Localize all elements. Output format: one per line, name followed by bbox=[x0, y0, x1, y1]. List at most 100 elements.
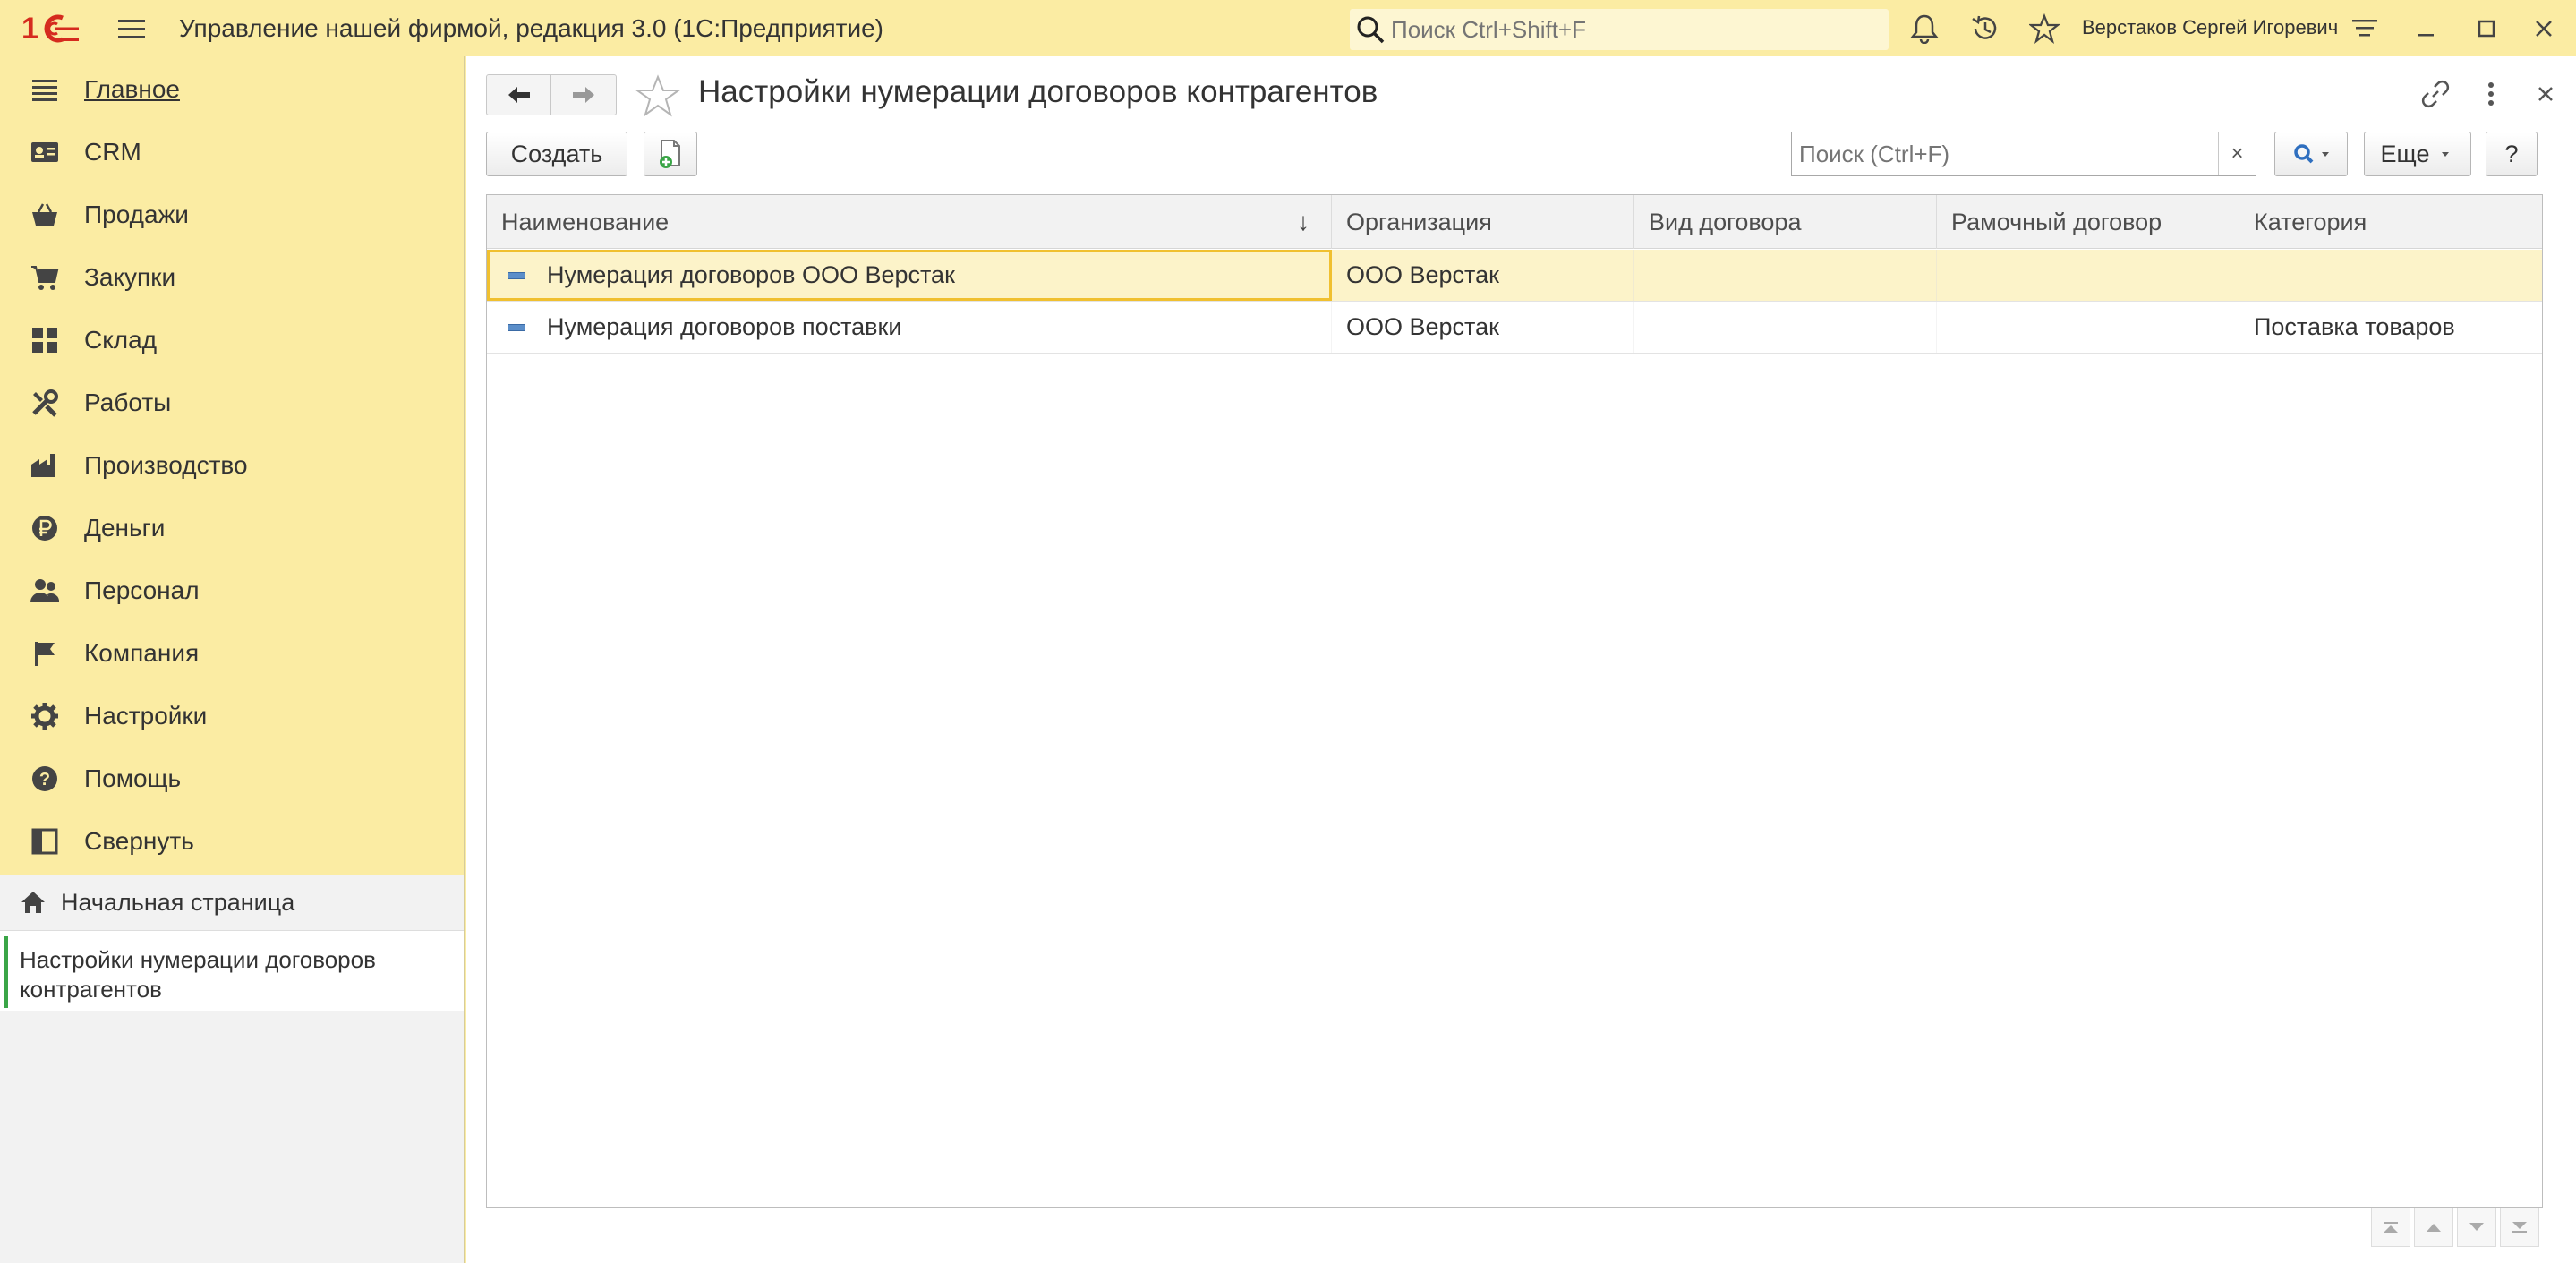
copy-button[interactable] bbox=[644, 132, 697, 176]
history-nav bbox=[486, 74, 638, 115]
sort-down-icon: ↓ bbox=[1297, 208, 1309, 235]
cell-category[interactable]: Поставка товаров bbox=[2239, 302, 2542, 353]
sidebar-item-label: Деньги bbox=[84, 514, 166, 542]
favorites-star-icon[interactable] bbox=[2028, 13, 2060, 45]
open-window-label: Настройки нумерации договоров контрагент… bbox=[20, 946, 376, 1003]
sidebar-item-crm[interactable]: CRM bbox=[0, 121, 464, 183]
search-clear-button[interactable]: × bbox=[2218, 132, 2256, 175]
open-window-current[interactable]: Настройки нумерации договоров контрагент… bbox=[0, 931, 464, 1011]
create-button[interactable]: Создать bbox=[486, 132, 627, 176]
sidebar-item-collapse[interactable]: Свернуть bbox=[0, 810, 464, 873]
warehouse-icon bbox=[29, 324, 61, 356]
sidebar-item-main[interactable]: Главное bbox=[0, 58, 464, 121]
cell-contract-kind[interactable] bbox=[1634, 302, 1937, 353]
sidebar-item-personnel[interactable]: Персонал bbox=[0, 559, 464, 622]
cell-contract-kind[interactable] bbox=[1634, 250, 1937, 301]
sidebar-item-money[interactable]: Деньги bbox=[0, 497, 464, 559]
column-header-contract-kind[interactable]: Вид договора bbox=[1634, 195, 1937, 249]
sidebar-item-label: Склад bbox=[84, 326, 158, 354]
home-icon bbox=[21, 892, 45, 913]
cell-text: Нумерация договоров ООО Верстак bbox=[547, 261, 955, 288]
global-search-input[interactable] bbox=[1391, 15, 1874, 44]
close-form-icon[interactable] bbox=[2529, 78, 2562, 110]
scroll-up-button[interactable] bbox=[2414, 1208, 2453, 1247]
cell-category[interactable] bbox=[2239, 250, 2542, 301]
table-header: Наименование ↓ Организация Вид договора … bbox=[487, 195, 2542, 249]
sidebar-item-help[interactable]: ? Помощь bbox=[0, 747, 464, 810]
sidebar-item-purchases[interactable]: Закупки bbox=[0, 246, 464, 309]
list-icon bbox=[29, 73, 61, 106]
user-name[interactable]: Верстаков Сергей Игоревич bbox=[2082, 16, 2338, 39]
search-button[interactable] bbox=[2274, 132, 2348, 176]
cart-icon bbox=[29, 261, 61, 294]
cell-name[interactable]: Нумерация договоров поставки bbox=[487, 302, 1332, 353]
back-button[interactable] bbox=[486, 74, 551, 115]
column-header-label: Вид договора bbox=[1649, 208, 1802, 235]
contact-card-icon bbox=[29, 136, 61, 168]
scroll-down-button[interactable] bbox=[2457, 1208, 2496, 1247]
gear-icon bbox=[29, 700, 61, 732]
cell-text: Нумерация договоров поставки bbox=[547, 313, 902, 340]
open-window-home[interactable]: Начальная страница bbox=[0, 875, 464, 931]
sidebar-item-label: Продажи bbox=[84, 201, 189, 228]
menu-icon[interactable] bbox=[116, 16, 147, 41]
arrow-left-icon bbox=[508, 87, 530, 103]
sidebar-item-settings[interactable]: Настройки bbox=[0, 685, 464, 747]
more-vertical-icon[interactable] bbox=[2475, 78, 2507, 110]
ruble-icon bbox=[29, 512, 61, 544]
cell-organization[interactable]: ООО Верстак bbox=[1332, 250, 1634, 301]
maximize-icon[interactable] bbox=[2470, 13, 2503, 45]
sidebar-item-warehouse[interactable]: Склад bbox=[0, 309, 464, 371]
list-search[interactable]: × bbox=[1791, 132, 2256, 176]
cell-framework[interactable] bbox=[1937, 302, 2239, 353]
list-search-input[interactable] bbox=[1799, 140, 2211, 168]
cell-framework[interactable] bbox=[1937, 250, 2239, 301]
sidebar-item-label: Персонал bbox=[84, 576, 200, 604]
arrow-right-icon bbox=[573, 87, 594, 103]
sidebar-item-label: Свернуть bbox=[84, 827, 194, 855]
column-header-framework[interactable]: Рамочный договор bbox=[1937, 195, 2239, 249]
scroll-first-button[interactable] bbox=[2371, 1208, 2410, 1247]
settings-menu-icon[interactable] bbox=[2349, 13, 2381, 45]
close-window-icon[interactable] bbox=[2528, 13, 2560, 45]
column-header-label: Рамочный договор bbox=[1951, 208, 2162, 235]
help-icon: ? bbox=[29, 763, 61, 795]
sidebar-item-works[interactable]: Работы bbox=[0, 371, 464, 434]
table-row[interactable]: Нумерация договоров поставки ООО Верстак… bbox=[487, 302, 2542, 354]
bell-icon[interactable] bbox=[1908, 13, 1941, 45]
svg-text:?: ? bbox=[39, 770, 50, 789]
column-header-category[interactable]: Категория bbox=[2239, 195, 2542, 249]
forward-button[interactable] bbox=[551, 74, 617, 115]
table-row[interactable]: Нумерация договоров ООО Верстак ООО Верс… bbox=[487, 250, 2542, 302]
column-header-name[interactable]: Наименование ↓ bbox=[487, 195, 1332, 249]
factory-icon bbox=[29, 449, 61, 482]
title-bar: 1 Управление нашей фирмой, редакция 3.0 … bbox=[0, 0, 2576, 56]
sidebar-item-production[interactable]: Производство bbox=[0, 434, 464, 497]
page-title: Настройки нумерации договоров контрагент… bbox=[698, 74, 1378, 109]
sidebar-item-sales[interactable]: Продажи bbox=[0, 183, 464, 246]
more-button-label: Еще bbox=[2380, 140, 2430, 167]
chevron-down-icon bbox=[2469, 1223, 2484, 1231]
sidebar-item-company[interactable]: Компания bbox=[0, 622, 464, 685]
double-down-icon bbox=[2512, 1222, 2527, 1233]
more-button[interactable]: Еще bbox=[2364, 132, 2471, 176]
help-button[interactable]: ? bbox=[2486, 132, 2538, 176]
history-icon[interactable] bbox=[1969, 13, 2001, 45]
link-icon[interactable] bbox=[2419, 78, 2452, 110]
scroll-last-button[interactable] bbox=[2500, 1208, 2539, 1247]
global-search[interactable] bbox=[1350, 9, 1889, 50]
chevron-down-icon bbox=[2442, 152, 2450, 157]
contracts-numbering-table: Наименование ↓ Организация Вид договора … bbox=[486, 194, 2543, 1208]
catalog-item-icon bbox=[508, 323, 525, 331]
cell-organization[interactable]: ООО Верстак bbox=[1332, 302, 1634, 353]
sidebar-item-label: Помощь bbox=[84, 764, 182, 792]
favorite-star-icon[interactable] bbox=[635, 74, 681, 117]
column-header-organization[interactable]: Организация bbox=[1332, 195, 1634, 249]
chevron-up-icon bbox=[2427, 1224, 2441, 1232]
minimize-icon[interactable] bbox=[2410, 13, 2442, 45]
column-header-label: Организация bbox=[1346, 208, 1492, 235]
cell-name[interactable]: Нумерация договоров ООО Верстак bbox=[487, 250, 1332, 301]
collapse-icon bbox=[29, 825, 61, 858]
column-header-label: Наименование bbox=[501, 208, 670, 235]
1c-logo-icon[interactable]: 1 bbox=[21, 11, 81, 47]
